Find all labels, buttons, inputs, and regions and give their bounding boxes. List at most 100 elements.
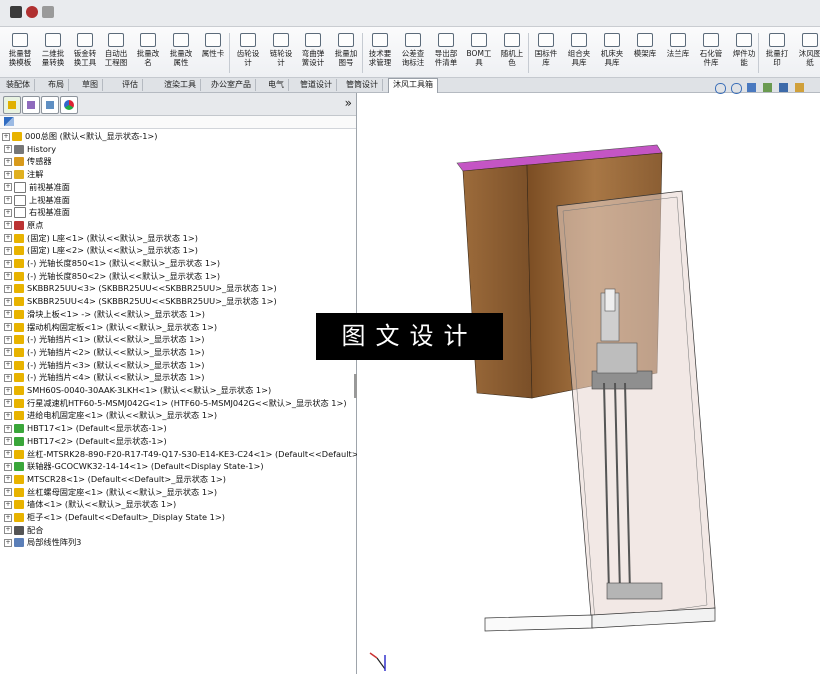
panel-expand-icon[interactable]: » <box>345 96 352 110</box>
expand-toggle-icon[interactable]: + <box>4 234 12 243</box>
camera-icon[interactable] <box>10 6 22 18</box>
tree-item[interactable]: + (-) 光轴长度850<2> (默认<<默认>_显示状态 1>) <box>4 270 220 283</box>
tree-item[interactable]: + (-) 光轴挡片<2> (默认<<默认>_显示状态 1>) <box>4 346 204 359</box>
tree-item[interactable]: + 上视基准面 <box>4 194 70 207</box>
ribbon-button-13[interactable]: 导出部 件清单 <box>431 33 461 75</box>
ribbon-button-2[interactable]: 钣金转 换工具 <box>70 33 100 75</box>
ribbon-button-1[interactable]: 二维批 量转换 <box>38 33 68 75</box>
expand-toggle-icon[interactable]: + <box>4 284 12 293</box>
expand-toggle-icon[interactable]: + <box>4 488 12 497</box>
expand-toggle-icon[interactable]: + <box>4 259 12 268</box>
previous-view-icon[interactable] <box>747 83 756 92</box>
tab-0[interactable]: 装配体 <box>2 79 35 91</box>
ribbon-button-20[interactable]: 法兰库 <box>663 33 693 75</box>
tree-item[interactable]: + 传感器 <box>4 155 52 168</box>
tab-7[interactable]: 管道设计 <box>296 79 337 91</box>
tab-9[interactable]: 沐风工具箱 <box>388 78 438 93</box>
tree-item[interactable]: + 联轴器-GCOCWK32-14-14<1> (Default<Display … <box>4 460 264 473</box>
ribbon-button-16[interactable]: 国标件 库 <box>531 33 561 75</box>
tab-5[interactable]: 办公室产品 <box>207 79 256 91</box>
tree-item[interactable]: + 进给电机固定座<1> (默认<<默认>_显示状态 1>) <box>4 409 217 422</box>
expand-toggle-icon[interactable]: + <box>4 183 12 192</box>
expand-toggle-icon[interactable]: + <box>4 145 12 154</box>
ribbon-button-8[interactable]: 链轮设 计 <box>266 33 296 75</box>
ribbon-button-19[interactable]: 模架库 <box>630 33 660 75</box>
tree-item[interactable]: + 行星减速机HTF60-5-MSMJ042G<1> (HTF60-5-MSMJ0… <box>4 397 347 410</box>
expand-toggle-icon[interactable]: + <box>4 272 12 281</box>
expand-toggle-icon[interactable]: + <box>4 310 12 319</box>
tree-item[interactable]: + (固定) L座<2> (默认<<默认>_显示状态 1>) <box>4 244 198 257</box>
tree-item[interactable]: + (固定) L座<1> (默认<<默认>_显示状态 1>) <box>4 232 198 245</box>
tree-item[interactable]: + SKBBR25UU<3> (SKBBR25UU<<SKBBR25UU>_显示状… <box>4 282 277 295</box>
ribbon-button-14[interactable]: BOM工 具 <box>464 33 494 75</box>
tree-item[interactable]: + (-) 光轴长度850<1> (默认<<默认>_显示状态 1>) <box>4 257 220 270</box>
expand-toggle-icon[interactable]: + <box>4 424 12 433</box>
appearance-tab-icon[interactable] <box>60 96 78 114</box>
expand-toggle-icon[interactable]: + <box>4 450 12 458</box>
zoom-area-icon[interactable] <box>731 83 742 94</box>
section-view-icon[interactable] <box>763 83 772 92</box>
ribbon-button-24[interactable]: 沐风图 纸 <box>795 33 820 75</box>
expand-toggle-icon[interactable]: + <box>4 157 12 166</box>
ribbon-button-6[interactable]: 属性卡 <box>198 33 228 75</box>
expand-toggle-icon[interactable]: + <box>4 462 12 471</box>
tree-item[interactable]: + 右视基准面 <box>4 206 70 219</box>
expand-toggle-icon[interactable]: + <box>4 437 12 446</box>
config-tab-icon[interactable] <box>41 96 59 114</box>
ribbon-button-0[interactable]: 批量替 换模板 <box>5 33 35 75</box>
tab-3[interactable]: 评估 <box>118 79 143 91</box>
expand-toggle-icon[interactable]: + <box>4 513 12 522</box>
expand-toggle-icon[interactable]: + <box>4 348 12 357</box>
expand-toggle-icon[interactable]: + <box>4 538 12 547</box>
render-icon[interactable] <box>26 6 38 18</box>
expand-toggle-icon[interactable]: + <box>4 297 12 306</box>
ribbon-button-15[interactable]: 随机上 色 <box>497 33 527 75</box>
tree-item[interactable]: + 摆动机构固定板<1> (默认<<默认>_显示状态 1>) <box>4 321 217 334</box>
tree-item[interactable]: + 丝杠-MTSRK28-890-F20-R17-T49-Q17-S30-E14-… <box>4 448 359 461</box>
expand-toggle-icon[interactable]: + <box>4 399 12 408</box>
ribbon-button-12[interactable]: 公差查 询标注 <box>398 33 428 75</box>
tree-filter-bar[interactable] <box>0 116 356 129</box>
expand-toggle-icon[interactable]: + <box>4 221 12 230</box>
expand-toggle-icon[interactable]: + <box>4 208 12 217</box>
tree-item[interactable]: + 配合 <box>4 524 43 537</box>
expand-toggle-icon[interactable]: + <box>2 132 10 141</box>
expand-toggle-icon[interactable]: + <box>4 361 12 370</box>
ribbon-button-23[interactable]: 批量打 印 <box>762 33 792 75</box>
ribbon-button-21[interactable]: 石化管 件库 <box>696 33 726 75</box>
tree-item[interactable]: + 前视基准面 <box>4 181 70 194</box>
expand-toggle-icon[interactable]: + <box>4 411 12 420</box>
expand-toggle-icon[interactable]: + <box>4 196 12 204</box>
tab-2[interactable]: 草图 <box>78 79 103 91</box>
tree-item[interactable]: + History <box>4 143 56 156</box>
tab-4[interactable]: 渲染工具 <box>160 79 201 91</box>
expand-toggle-icon[interactable]: + <box>4 526 12 535</box>
expand-toggle-icon[interactable]: + <box>4 170 12 179</box>
ribbon-button-10[interactable]: 批量加 图号 <box>331 33 361 75</box>
tree-item[interactable]: + (-) 光轴挡片<3> (默认<<默认>_显示状态 1>) <box>4 359 204 372</box>
view-orientation-icon[interactable] <box>779 83 788 92</box>
ribbon-button-3[interactable]: 自动出 工程图 <box>101 33 131 75</box>
tab-6[interactable]: 电气 <box>264 79 289 91</box>
tree-item[interactable]: + MTSCR28<1> (Default<<Default>_显示状态 1>) <box>4 473 226 486</box>
graphics-viewport[interactable] <box>357 93 820 674</box>
tree-item[interactable]: + 墙体<1> (默认<<默认>_显示状态 1>) <box>4 498 176 511</box>
ribbon-button-18[interactable]: 机床夹 具库 <box>597 33 627 75</box>
tree-item[interactable]: + 注解 <box>4 168 43 181</box>
tree-item[interactable]: + 原点 <box>4 219 43 232</box>
expand-toggle-icon[interactable]: + <box>4 500 12 509</box>
property-tab-icon[interactable] <box>22 96 40 114</box>
ribbon-button-9[interactable]: 弯曲弹 簧设计 <box>298 33 328 75</box>
tree-item[interactable]: + (-) 光轴挡片<4> (默认<<默认>_显示状态 1>) <box>4 371 204 384</box>
expand-toggle-icon[interactable]: + <box>4 246 12 255</box>
tree-item[interactable]: + 滑块上板<1> -> (默认<<默认>_显示状态 1>) <box>4 308 205 321</box>
expand-toggle-icon[interactable]: + <box>4 475 12 484</box>
expand-toggle-icon[interactable]: + <box>4 323 12 331</box>
tree-item[interactable]: + 柜子<1> (Default<<Default>_Display State … <box>4 511 225 524</box>
tree-item[interactable]: +000总图 (默认<默认_显示状态-1>) <box>2 130 157 143</box>
expand-toggle-icon[interactable]: + <box>4 373 12 382</box>
tab-1[interactable]: 布局 <box>44 79 69 91</box>
expand-toggle-icon[interactable]: + <box>4 335 12 344</box>
feature-tree-tab-icon[interactable] <box>3 96 21 114</box>
tree-item[interactable]: + 局部线性阵列3 <box>4 536 81 549</box>
